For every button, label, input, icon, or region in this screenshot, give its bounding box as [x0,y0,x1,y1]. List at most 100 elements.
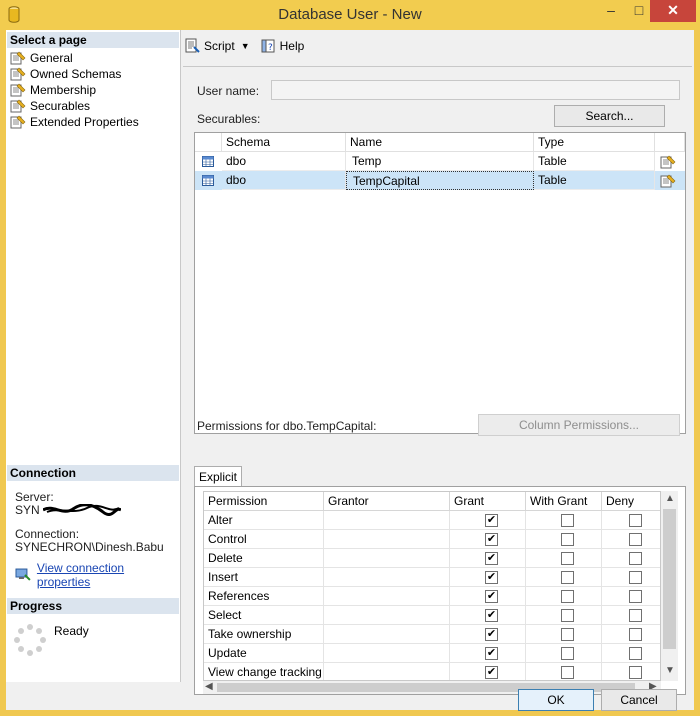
progress-spinner-icon [14,624,46,656]
minimize-button[interactable]: – [596,0,626,22]
grid-header-edit-column [655,133,685,152]
edit-properties-icon[interactable] [660,154,676,169]
deny-checkbox[interactable] [629,514,642,527]
page-item-general[interactable]: General [10,50,139,66]
grant-checkbox[interactable]: ✔ [485,666,498,679]
table-row[interactable]: View change tracking ✔ [204,663,660,680]
deny-checkbox[interactable] [629,571,642,584]
cell-grant: ✔ [450,530,526,549]
table-row[interactable]: Alter ✔ [204,511,660,530]
deny-checkbox[interactable] [629,628,642,641]
perm-header-grant[interactable]: Grant [450,492,526,511]
perm-header-with-grant[interactable]: With Grant [526,492,602,511]
grid-header-schema[interactable]: Schema [222,133,346,152]
page-icon [10,99,26,113]
page-item-securables[interactable]: Securables [10,98,139,114]
progress-header: Progress [7,598,179,614]
deny-checkbox[interactable] [629,590,642,603]
table-row[interactable]: References ✔ [204,587,660,606]
script-button[interactable]: Script ▼ [184,38,250,54]
securables-grid: Schema Name Type dbo Temp Table dbo Temp… [194,132,686,434]
page-item-owned-schemas[interactable]: Owned Schemas [10,66,139,82]
grant-checkbox[interactable]: ✔ [485,609,498,622]
cell-deny [602,568,660,587]
with-grant-checkbox[interactable] [561,533,574,546]
cell-deny [602,511,660,530]
column-permissions-button[interactable]: Column Permissions... [478,414,680,436]
with-grant-checkbox[interactable] [561,647,574,660]
help-icon: ? [261,39,275,53]
with-grant-checkbox[interactable] [561,571,574,584]
cell-grantor [324,530,450,549]
with-grant-checkbox[interactable] [561,514,574,527]
cell-permission: Take ownership [204,625,324,644]
with-grant-checkbox[interactable] [561,590,574,603]
table-row[interactable]: Control ✔ [204,530,660,549]
vertical-scrollbar[interactable]: ▲ ▼ [661,491,678,681]
cell-with-grant [526,530,602,549]
scroll-down-icon[interactable]: ▼ [665,665,675,676]
dropdown-arrow-icon[interactable]: ▼ [241,41,250,51]
tab-explicit[interactable]: Explicit [194,466,242,487]
cell-grant: ✔ [450,663,526,680]
scroll-up-icon[interactable]: ▲ [665,493,675,504]
help-button[interactable]: ? Help [260,38,304,54]
cell-grantor [324,511,450,530]
page-item-label: Membership [30,83,97,97]
page-item-label: Securables [30,99,91,113]
perm-header-deny[interactable]: Deny [602,492,660,511]
grant-checkbox[interactable]: ✔ [485,571,498,584]
grant-checkbox[interactable]: ✔ [485,533,498,546]
grid-header-type[interactable]: Type [534,133,655,152]
view-connection-link[interactable]: View connection properties [37,561,180,589]
page-icon [10,67,26,81]
scroll-left-icon[interactable]: ◀ [205,681,213,692]
table-row[interactable]: Update ✔ [204,644,660,663]
permissions-label: Permissions for dbo.TempCapital: [197,419,377,433]
with-grant-checkbox[interactable] [561,609,574,622]
left-panel: Select a page General Owned Schemas Memb… [6,30,181,682]
redaction-scribble [42,503,122,516]
ok-button[interactable]: OK [518,689,594,711]
cell-deny [602,606,660,625]
table-row-selected[interactable]: dbo TempCapital Table [195,171,685,190]
with-grant-checkbox[interactable] [561,628,574,641]
deny-checkbox[interactable] [629,552,642,565]
edit-properties-icon[interactable] [660,173,676,188]
deny-checkbox[interactable] [629,533,642,546]
deny-checkbox[interactable] [629,666,642,679]
cell-deny [602,530,660,549]
with-grant-checkbox[interactable] [561,666,574,679]
deny-checkbox[interactable] [629,609,642,622]
user-name-input[interactable] [271,80,680,100]
grant-checkbox[interactable]: ✔ [485,628,498,641]
cancel-button[interactable]: Cancel [601,689,677,711]
page-icon [10,83,26,97]
table-row[interactable]: Select ✔ [204,606,660,625]
grant-checkbox[interactable]: ✔ [485,590,498,603]
table-row[interactable]: Delete ✔ [204,549,660,568]
table-row[interactable]: dbo Temp Table [195,152,685,171]
page-item-membership[interactable]: Membership [10,82,139,98]
progress-status: Ready [54,624,89,638]
cell-permission: Alter [204,511,324,530]
view-connection-properties[interactable]: View connection properties [15,561,180,589]
table-row[interactable]: Take ownership ✔ [204,625,660,644]
close-button[interactable]: ✕ [650,0,696,22]
deny-checkbox[interactable] [629,647,642,660]
cell-permission: Select [204,606,324,625]
scroll-thumb[interactable] [663,509,676,649]
cell-with-grant [526,568,602,587]
search-button[interactable]: Search... [554,105,665,127]
page-item-extended-properties[interactable]: Extended Properties [10,114,139,130]
securables-label: Securables: [197,112,261,126]
grant-checkbox[interactable]: ✔ [485,647,498,660]
perm-header-permission[interactable]: Permission [204,492,324,511]
perm-header-grantor[interactable]: Grantor [324,492,450,511]
grant-checkbox[interactable]: ✔ [485,514,498,527]
with-grant-checkbox[interactable] [561,552,574,565]
cell-name: Temp [346,152,534,171]
table-row[interactable]: Insert ✔ [204,568,660,587]
grid-header-name[interactable]: Name [346,133,534,152]
grant-checkbox[interactable]: ✔ [485,552,498,565]
